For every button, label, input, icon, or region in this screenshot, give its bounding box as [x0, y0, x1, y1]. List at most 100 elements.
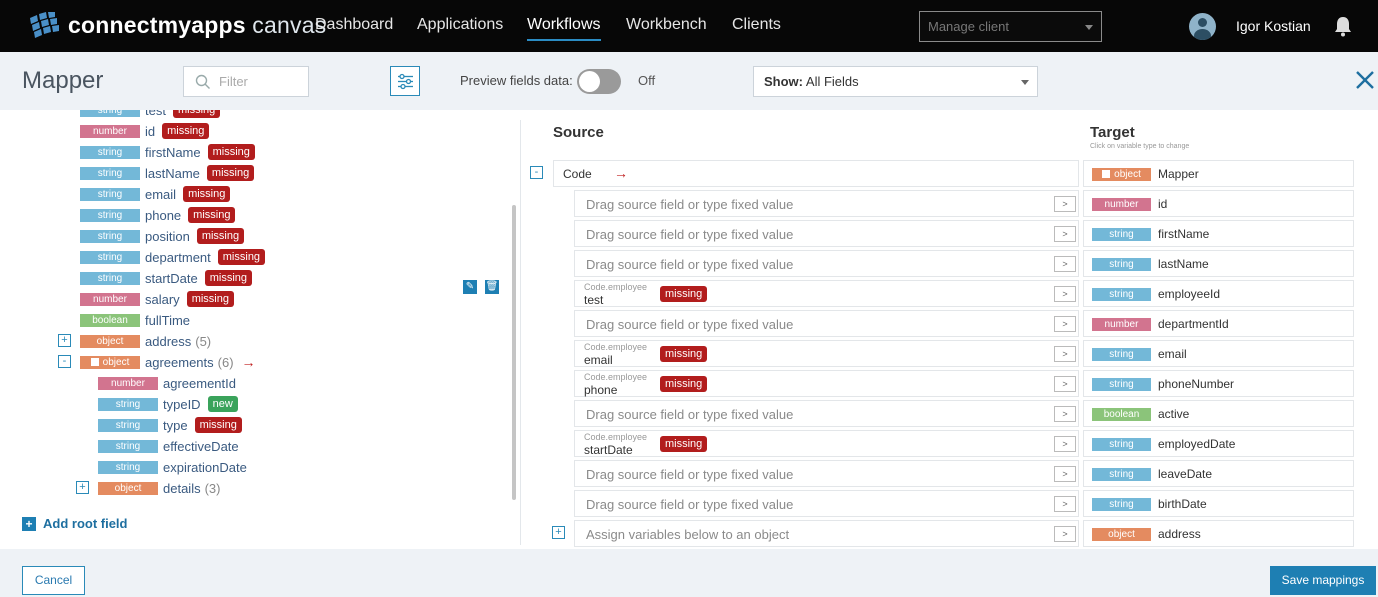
target-type-tag[interactable]: string [1092, 228, 1151, 241]
target-type-tag[interactable]: string [1092, 498, 1151, 511]
target-field[interactable]: string employeeId [1083, 280, 1354, 307]
type-tag[interactable]: string [80, 110, 140, 117]
tree-row[interactable]: string firstName missing [80, 142, 255, 162]
tree-row[interactable]: string department missing [80, 247, 266, 267]
source-mapping-field[interactable]: Drag source field or type fixed value > [574, 310, 1079, 337]
manage-client-select[interactable]: Manage client [919, 11, 1102, 42]
target-field[interactable]: string lastName [1083, 250, 1354, 277]
nav-dashboard[interactable]: Dashboard [315, 16, 393, 34]
type-tag[interactable]: number [80, 124, 140, 138]
tree-row[interactable]: object address (5) [80, 331, 211, 351]
target-field[interactable]: string birthDate [1083, 490, 1354, 517]
target-type-tag[interactable]: number [1092, 318, 1151, 331]
preview-fields-toggle[interactable] [577, 69, 621, 94]
tree-row[interactable]: object details (3) [98, 478, 220, 498]
source-mapping-field[interactable]: Drag source field or type fixed value > [574, 220, 1079, 247]
user-name[interactable]: Igor Kostian [1236, 18, 1311, 34]
collapse-button[interactable]: - [58, 355, 71, 368]
add-root-field-button[interactable]: + Add root field [22, 516, 128, 531]
tree-row[interactable]: string startDate missing [80, 268, 253, 288]
edit-icon[interactable]: ✎ [463, 280, 477, 294]
map-arrow-button[interactable]: > [1054, 286, 1076, 302]
delete-icon[interactable]: 🗑 [485, 280, 499, 294]
type-tag[interactable]: number [98, 376, 158, 390]
type-tag[interactable]: string [80, 229, 140, 243]
target-type-tag[interactable]: string [1092, 348, 1151, 361]
source-mapping-field[interactable]: Code.employee email missing > [574, 340, 1079, 367]
expand-button[interactable]: + [76, 481, 89, 494]
tree-scrollbar[interactable] [512, 205, 516, 500]
nav-clients[interactable]: Clients [732, 16, 781, 34]
tree-row[interactable]: string type missing [98, 415, 242, 435]
type-tag[interactable]: object [98, 481, 158, 495]
target-field[interactable]: string phoneNumber [1083, 370, 1354, 397]
source-mapping-field[interactable]: Drag source field or type fixed value > [574, 250, 1079, 277]
map-arrow-button[interactable]: > [1054, 226, 1076, 242]
code-source-row[interactable]: Code → [553, 160, 1079, 187]
collapse-code-button[interactable]: - [530, 166, 543, 179]
target-type-tag[interactable]: string [1092, 288, 1151, 301]
map-arrow-button[interactable]: > [1054, 526, 1076, 542]
source-mapping-field[interactable]: Code.employee phone missing > [574, 370, 1079, 397]
tree-row[interactable]: string lastName missing [80, 163, 255, 183]
map-arrow-button[interactable]: > [1054, 376, 1076, 392]
show-fields-select[interactable]: Show: All Fields [753, 66, 1038, 97]
filter-settings-button[interactable] [390, 66, 420, 96]
expand-button[interactable]: + [552, 526, 565, 539]
tree-row[interactable]: string phone missing [80, 205, 236, 225]
target-type-tag[interactable]: string [1092, 258, 1151, 271]
target-field[interactable]: boolean active [1083, 400, 1354, 427]
tree-row[interactable]: string email missing [80, 184, 231, 204]
tree-row[interactable]: number agreementId [98, 373, 236, 393]
target-type-tag[interactable]: string [1092, 468, 1151, 481]
logo-icon[interactable] [28, 12, 62, 40]
map-arrow-button[interactable]: > [1054, 256, 1076, 272]
target-field[interactable]: object address [1083, 520, 1354, 547]
type-tag[interactable]: boolean [80, 313, 140, 327]
target-type-tag[interactable]: object [1092, 168, 1151, 181]
map-arrow-button[interactable]: > [1054, 466, 1076, 482]
type-tag[interactable]: object [80, 355, 140, 369]
nav-applications[interactable]: Applications [417, 16, 503, 34]
close-icon[interactable] [1354, 69, 1376, 91]
avatar[interactable] [1189, 13, 1216, 40]
target-field[interactable]: string leaveDate [1083, 460, 1354, 487]
target-field[interactable]: string employedDate [1083, 430, 1354, 457]
source-mapping-field[interactable]: Drag source field or type fixed value > [574, 490, 1079, 517]
save-mappings-button[interactable]: Save mappings [1270, 566, 1376, 595]
source-mapping-field[interactable]: Drag source field or type fixed value > [574, 460, 1079, 487]
target-type-tag[interactable]: string [1092, 378, 1151, 391]
type-tag[interactable]: number [80, 292, 140, 306]
target-type-tag[interactable]: string [1092, 438, 1151, 451]
map-arrow-button[interactable]: > [1054, 316, 1076, 332]
tree-row[interactable]: string expirationDate [98, 457, 247, 477]
nav-workbench[interactable]: Workbench [626, 16, 707, 34]
type-tag[interactable]: string [80, 166, 140, 180]
map-arrow-button[interactable]: > [1054, 436, 1076, 452]
type-tag[interactable]: string [80, 187, 140, 201]
tree-row[interactable]: number salary missing [80, 289, 234, 309]
source-mapping-field[interactable]: Drag source field or type fixed value > [574, 190, 1079, 217]
type-tag[interactable]: string [98, 439, 158, 453]
type-tag[interactable]: string [98, 397, 158, 411]
type-tag[interactable]: string [80, 271, 140, 285]
source-mapping-field[interactable]: Assign variables below to an object > [574, 520, 1079, 547]
map-arrow-button[interactable]: > [1054, 346, 1076, 362]
type-tag[interactable]: object [80, 334, 140, 348]
map-arrow-button[interactable]: > [1054, 496, 1076, 512]
filter-input[interactable]: Filter [183, 66, 309, 97]
tree-row[interactable]: string test missing [80, 110, 221, 120]
bell-icon[interactable] [1333, 15, 1353, 37]
target-field[interactable]: number id [1083, 190, 1354, 217]
source-mapping-field[interactable]: Code.employee startDate missing > [574, 430, 1079, 457]
tree-row[interactable]: string typeID new [98, 394, 238, 414]
type-tag[interactable]: string [80, 145, 140, 159]
type-tag[interactable]: string [80, 208, 140, 222]
tree-row[interactable]: object agreements (6) → [80, 352, 256, 372]
tree-row[interactable]: boolean fullTime [80, 310, 190, 330]
type-tag[interactable]: string [98, 418, 158, 432]
tree-row[interactable]: string position missing [80, 226, 245, 246]
type-tag[interactable]: string [80, 250, 140, 264]
source-mapping-field[interactable]: Code.employee test missing > [574, 280, 1079, 307]
tree-row[interactable]: string effectiveDate [98, 436, 239, 456]
